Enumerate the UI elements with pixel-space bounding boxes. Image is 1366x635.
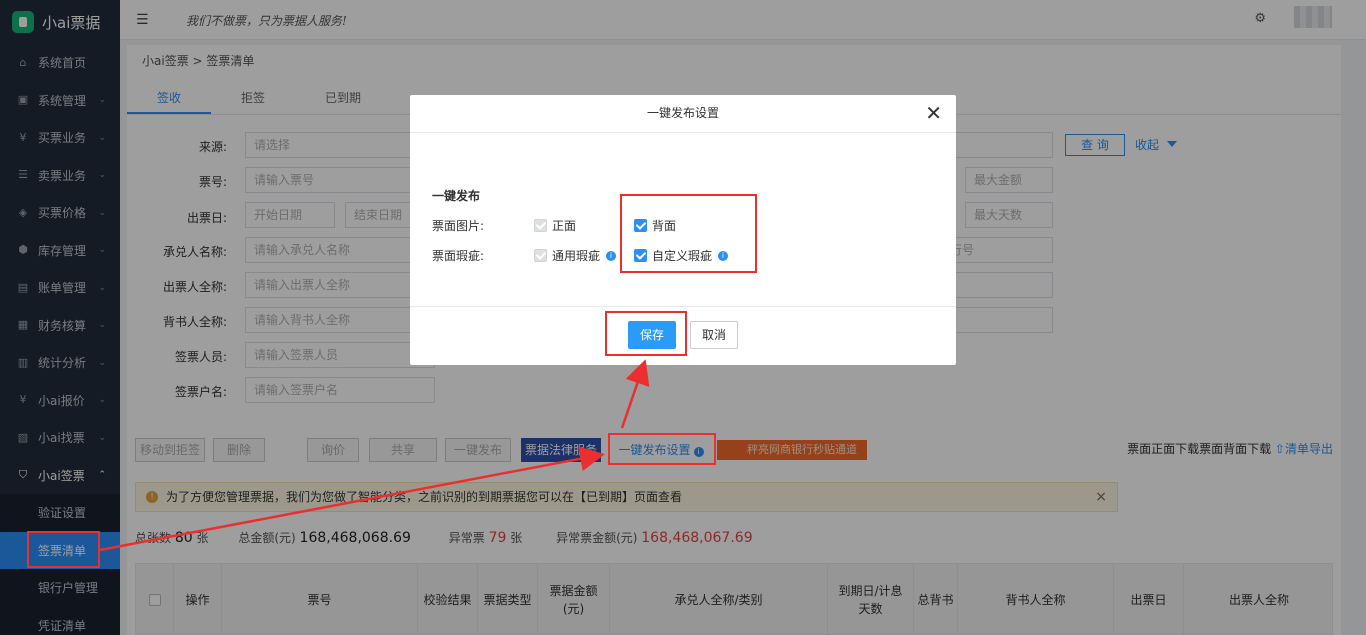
annotation-arrows: [99, 359, 650, 552]
arrow-sidebar-to-button: [99, 446, 605, 552]
arrow-button-to-save: [620, 359, 650, 429]
